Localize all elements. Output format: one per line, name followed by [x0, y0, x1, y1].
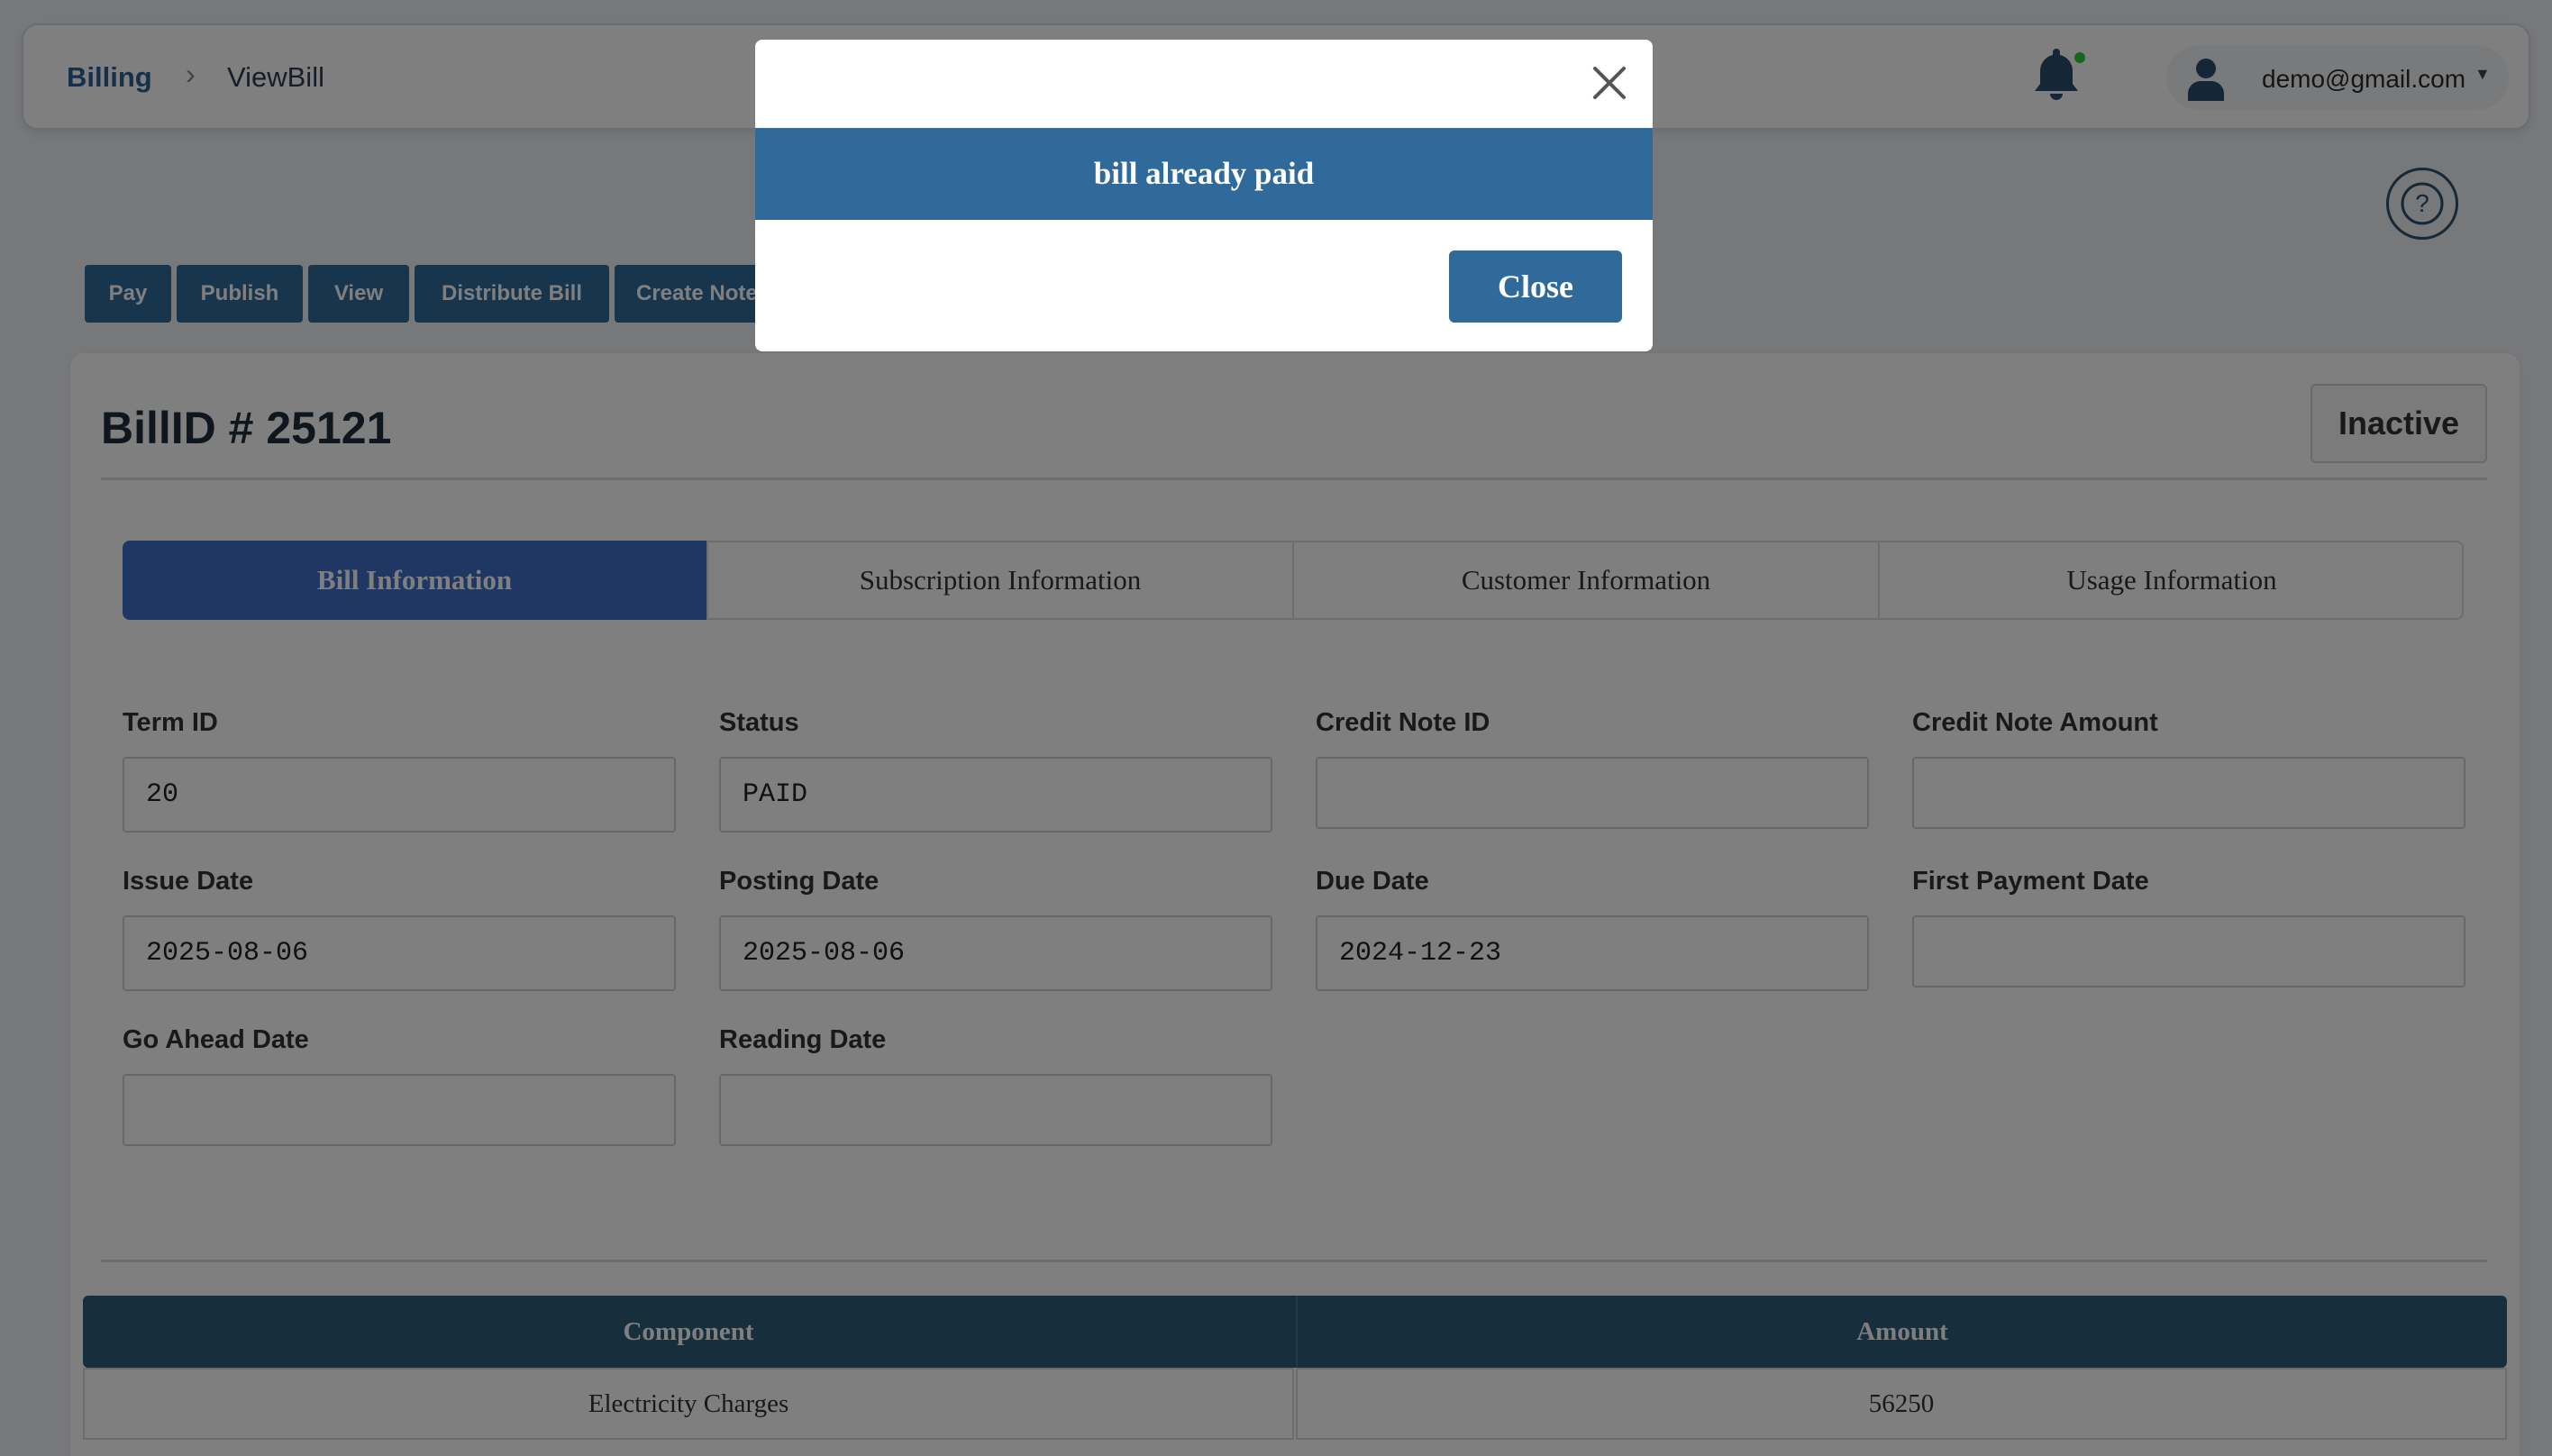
close-icon[interactable] [1588, 61, 1631, 105]
modal-close-button[interactable]: Close [1449, 250, 1622, 323]
modal-message: bill already paid [755, 128, 1653, 220]
alert-modal: bill already paid Close [755, 40, 1653, 351]
